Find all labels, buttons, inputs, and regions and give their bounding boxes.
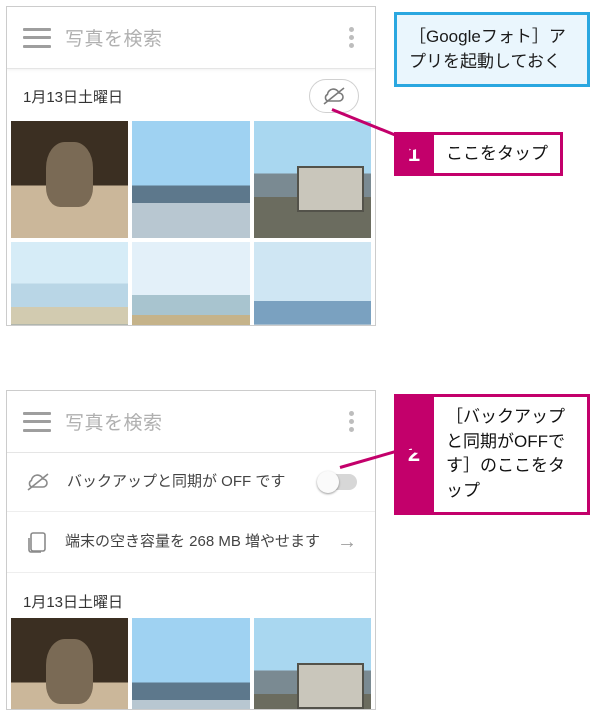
assistant-cards: バックアップと同期が OFF です 端末の空き容量を 268 MB 増やせます …	[7, 453, 375, 573]
app-top-bar: 写真を検索	[7, 7, 375, 69]
app-top-bar: 写真を検索	[7, 391, 375, 453]
backup-toggle[interactable]	[319, 474, 357, 490]
free-up-storage-icon	[25, 530, 49, 554]
chevron-right-icon: →	[337, 531, 357, 554]
step-text: ［バックアップと同期がOFFです］のここをタップ	[434, 394, 590, 515]
photo-thumb[interactable]	[11, 242, 128, 326]
backup-off-card: バックアップと同期が OFF です	[7, 453, 375, 512]
search-input[interactable]: 写真を検索	[65, 408, 339, 435]
screenshot-1: 写真を検索 1月13日土曜日	[6, 6, 376, 326]
date-label: 1月13日土曜日	[7, 573, 375, 618]
photo-thumb[interactable]	[132, 242, 249, 326]
cloud-off-icon	[321, 86, 347, 106]
overflow-icon[interactable]	[339, 411, 363, 432]
menu-icon[interactable]	[23, 412, 51, 432]
menu-icon[interactable]	[23, 28, 51, 48]
photo-grid	[7, 618, 375, 710]
callout-step-2: 2 ［バックアップと同期がOFFです］のここをタップ	[394, 394, 590, 515]
date-label: 1月13日土曜日	[23, 86, 123, 107]
screenshot-2: 写真を検索 バックアップと同期が OFF です 端末の空き容量を 268 MB …	[6, 390, 376, 710]
step-text: ここをタップ	[434, 132, 563, 176]
free-up-label: 端末の空き容量を 268 MB 増やせます	[65, 532, 321, 552]
photo-thumb[interactable]	[254, 618, 371, 710]
cloud-off-icon	[25, 471, 51, 493]
photo-grid	[7, 121, 375, 326]
search-input[interactable]: 写真を検索	[65, 24, 339, 51]
photo-thumb[interactable]	[11, 618, 128, 710]
overflow-icon[interactable]	[339, 27, 363, 48]
photo-thumb[interactable]	[132, 121, 249, 238]
callout-step-1: 1 ここをタップ	[394, 132, 590, 176]
callout-intro: ［Googleフォト］アプリを起動しておく	[394, 12, 590, 87]
photo-thumb[interactable]	[11, 121, 128, 238]
photo-thumb[interactable]	[132, 618, 249, 710]
photo-thumb[interactable]	[254, 121, 371, 238]
photo-thumb[interactable]	[254, 242, 371, 326]
step-number: 2	[394, 394, 434, 515]
free-up-card[interactable]: 端末の空き容量を 268 MB 増やせます →	[7, 512, 375, 573]
date-header-row: 1月13日土曜日	[7, 69, 375, 121]
backup-off-label: バックアップと同期が OFF です	[67, 472, 303, 492]
